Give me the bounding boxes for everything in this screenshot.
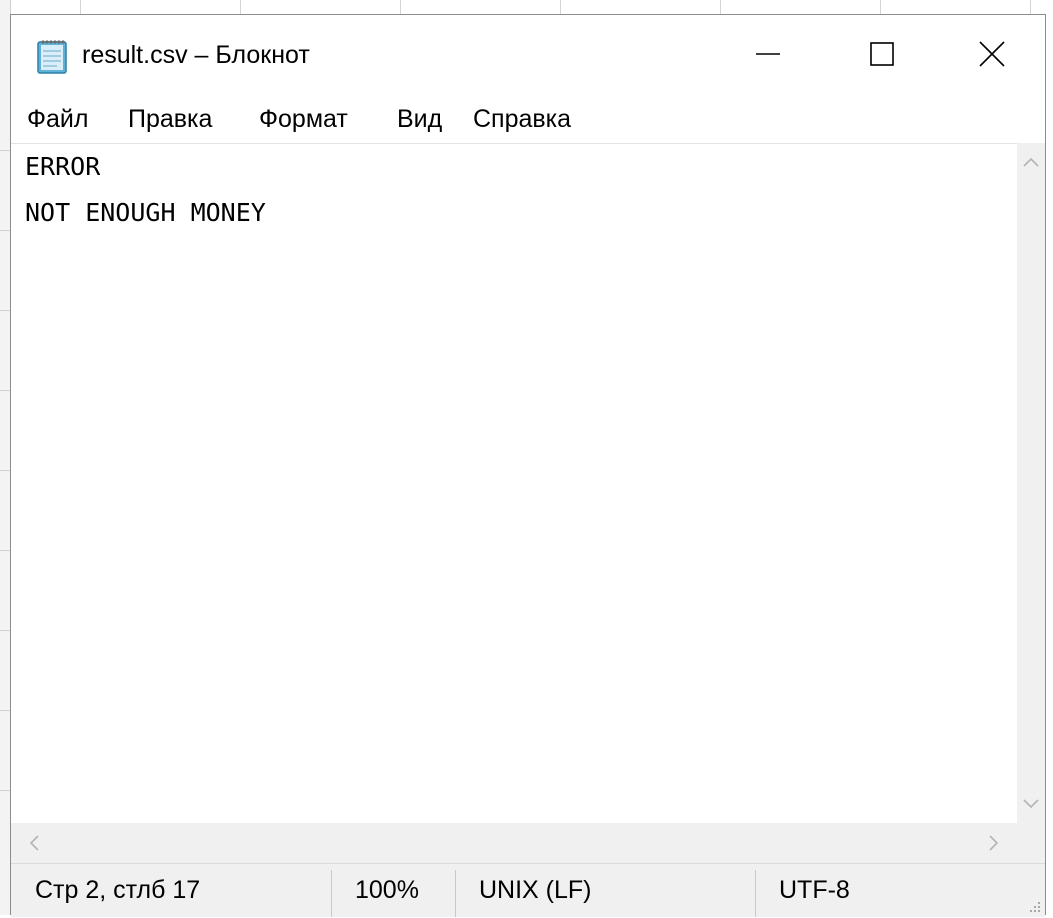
scroll-left-icon[interactable] — [19, 823, 49, 863]
window-title: result.csv – Блокнот — [82, 41, 310, 69]
vertical-scrollbar[interactable] — [1017, 143, 1045, 823]
status-encoding: UTF-8 — [779, 876, 850, 904]
maximize-icon — [869, 41, 895, 72]
horizontal-scrollbar[interactable] — [11, 823, 1017, 863]
close-button[interactable] — [939, 15, 1045, 97]
minimize-button[interactable] — [711, 15, 825, 97]
status-zoom: 100% — [355, 876, 419, 904]
status-position: Стр 2, стлб 17 — [35, 876, 201, 904]
resize-grip-icon[interactable] — [1027, 899, 1041, 913]
title-bar[interactable]: result.csv – Блокнот — [11, 15, 1045, 97]
menu-file[interactable]: Файл — [27, 103, 88, 136]
scroll-down-icon[interactable] — [1017, 789, 1045, 819]
editor-line: NOT ENOUGH MONEY — [25, 198, 266, 227]
status-line-ending: UNIX (LF) — [479, 876, 592, 904]
menu-help[interactable]: Справка — [473, 103, 571, 136]
scroll-up-icon[interactable] — [1017, 147, 1045, 177]
notepad-window: result.csv – Блокнот Файл Правка Формат … — [10, 14, 1046, 917]
close-icon — [978, 40, 1006, 73]
notepad-icon — [35, 37, 71, 75]
menu-format[interactable]: Формат — [259, 103, 348, 136]
menu-bar: Файл Правка Формат Вид Справка — [11, 97, 1045, 143]
status-bar: Стр 2, стлб 17 100% UNIX (LF) UTF-8 — [11, 863, 1045, 917]
menu-edit[interactable]: Правка — [128, 103, 212, 136]
scroll-right-icon[interactable] — [979, 823, 1009, 863]
menu-view[interactable]: Вид — [397, 103, 442, 136]
minimize-icon — [755, 41, 781, 72]
maximize-button[interactable] — [825, 15, 939, 97]
editor-line: ERROR — [25, 152, 101, 181]
text-editor[interactable]: ERROR NOT ENOUGH MONEY — [11, 143, 1017, 824]
scroll-corner — [1017, 823, 1045, 863]
